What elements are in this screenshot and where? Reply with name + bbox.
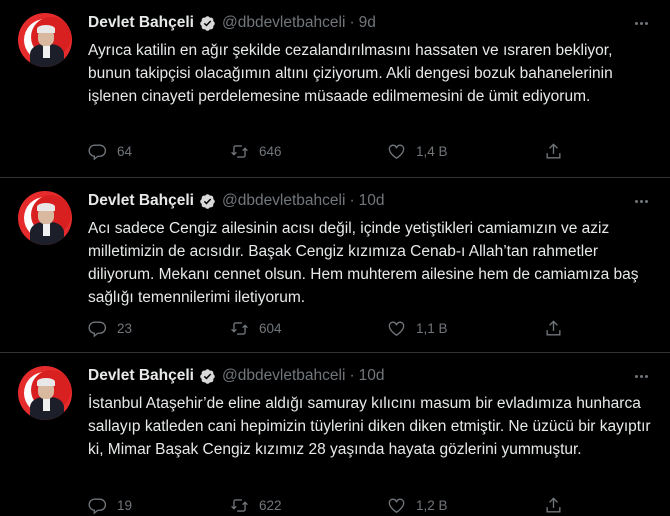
- more-options-icon[interactable]: [630, 366, 652, 386]
- share-button[interactable]: [544, 139, 563, 163]
- reply-icon: [88, 143, 107, 160]
- more-options-icon[interactable]: [630, 13, 652, 33]
- retweet-icon: [231, 321, 248, 335]
- tweet-timestamp[interactable]: 9d: [359, 14, 376, 32]
- tweet-timestamp[interactable]: 10d: [359, 367, 385, 385]
- tweet[interactable]: Devlet Bahçeli @dbdevletbahceli · 10d İs…: [0, 353, 670, 516]
- author-name[interactable]: Devlet Bahçeli: [88, 14, 194, 32]
- tweet-actions: 64 646 1,4 B: [88, 139, 568, 163]
- share-icon: [546, 319, 561, 336]
- avatar[interactable]: [18, 191, 72, 245]
- heart-icon: [388, 320, 405, 336]
- tweet-feed: Devlet Bahçeli @dbdevletbahceli · 9d Ayr…: [0, 0, 670, 516]
- like-button[interactable]: 1,2 B: [387, 493, 448, 516]
- reply-icon: [88, 497, 107, 514]
- retweet-button[interactable]: 604: [230, 316, 282, 340]
- like-button[interactable]: 1,1 B: [387, 316, 448, 340]
- tweet-header: Devlet Bahçeli @dbdevletbahceli · 9d: [88, 13, 376, 33]
- author-handle[interactable]: @dbdevletbahceli: [222, 367, 345, 385]
- tweet[interactable]: Devlet Bahçeli @dbdevletbahceli · 10d Ac…: [0, 178, 670, 353]
- reply-count: 64: [117, 143, 133, 159]
- retweet-count: 604: [259, 320, 282, 336]
- reply-button[interactable]: 19: [88, 493, 132, 516]
- author-name[interactable]: Devlet Bahçeli: [88, 192, 194, 210]
- retweet-count: 646: [259, 143, 282, 159]
- retweet-button[interactable]: 622: [230, 493, 282, 516]
- reply-count: 23: [117, 320, 133, 336]
- verified-badge-icon: [200, 193, 215, 209]
- reply-button[interactable]: 23: [88, 316, 132, 340]
- tweet-text: Acı sadece Cengiz ailesinin acısı değil,…: [88, 220, 639, 306]
- reply-button[interactable]: 64: [88, 139, 132, 163]
- tweet-header: Devlet Bahçeli @dbdevletbahceli · 10d: [88, 366, 384, 386]
- retweet-icon: [231, 498, 248, 512]
- tweet-actions: 23 604 1,1 B: [88, 316, 568, 340]
- retweet-count: 622: [259, 497, 282, 513]
- like-count: 1,1 B: [416, 320, 448, 336]
- verified-badge-icon: [200, 15, 215, 31]
- share-icon: [546, 142, 561, 159]
- separator-dot: ·: [349, 14, 355, 31]
- share-icon: [546, 496, 561, 513]
- author-handle[interactable]: @dbdevletbahceli: [222, 192, 345, 210]
- separator-dot: ·: [349, 192, 355, 209]
- share-button[interactable]: [544, 493, 563, 516]
- avatar[interactable]: [18, 13, 72, 67]
- tweet-text: Ayrıca katilin en ağır şekilde cezalandı…: [88, 42, 613, 105]
- more-options-icon[interactable]: [630, 191, 652, 211]
- tweet-timestamp[interactable]: 10d: [359, 192, 385, 210]
- reply-count: 19: [117, 497, 133, 513]
- verified-badge-icon: [200, 368, 215, 384]
- like-button[interactable]: 1,4 B: [387, 139, 448, 163]
- avatar[interactable]: [18, 366, 72, 420]
- heart-icon: [388, 497, 405, 513]
- author-name[interactable]: Devlet Bahçeli: [88, 367, 194, 385]
- tweet[interactable]: Devlet Bahçeli @dbdevletbahceli · 9d Ayr…: [0, 0, 670, 178]
- share-button[interactable]: [544, 316, 563, 340]
- author-handle[interactable]: @dbdevletbahceli: [222, 14, 345, 32]
- tweet-actions: 19 622 1,2 B: [88, 493, 568, 516]
- tweet-header: Devlet Bahçeli @dbdevletbahceli · 10d: [88, 191, 384, 211]
- tweet-text: İstanbul Ataşehir’de eline aldığı samura…: [88, 395, 651, 458]
- retweet-icon: [231, 144, 248, 158]
- separator-dot: ·: [349, 367, 355, 384]
- like-count: 1,4 B: [416, 143, 448, 159]
- like-count: 1,2 B: [416, 497, 448, 513]
- reply-icon: [88, 320, 107, 337]
- retweet-button[interactable]: 646: [230, 139, 282, 163]
- heart-icon: [388, 143, 405, 159]
